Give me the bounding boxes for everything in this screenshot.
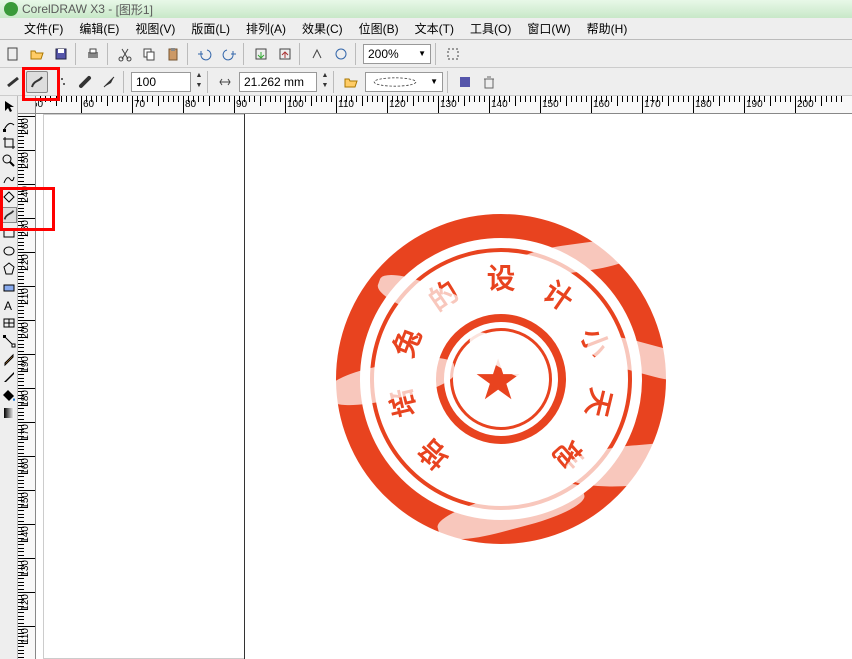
new-button[interactable] [2, 43, 24, 65]
width-spinner[interactable]: ▲▼ [319, 72, 331, 92]
delete-stroke-button[interactable] [478, 71, 500, 93]
browse-button[interactable] [340, 71, 362, 93]
pressure-tool-button[interactable] [98, 71, 120, 93]
width-value: 21.262 mm [244, 75, 304, 89]
seal-char: 计 [536, 271, 582, 320]
preset-tool-button[interactable] [2, 71, 24, 93]
open-button[interactable] [26, 43, 48, 65]
import-button[interactable] [250, 43, 272, 65]
text-tool[interactable]: A [1, 297, 17, 313]
menu-window[interactable]: 窗口(W) [519, 18, 578, 39]
save-stroke-button[interactable] [454, 71, 476, 93]
shape-tool[interactable] [1, 117, 17, 133]
save-button[interactable] [50, 43, 72, 65]
calligraphic-tool-button[interactable] [74, 71, 96, 93]
smart-draw-tool[interactable] [1, 189, 17, 205]
menu-effects[interactable]: 效果(C) [294, 18, 351, 39]
rectangle-tool[interactable] [1, 225, 17, 241]
seal-char: 培 [409, 431, 457, 479]
copy-button[interactable] [138, 43, 160, 65]
cut-button[interactable] [114, 43, 136, 65]
seal-char: 的 [420, 271, 466, 320]
paste-button[interactable] [162, 43, 184, 65]
doc-name: [图形1] [116, 1, 153, 18]
menu-file[interactable]: 文件(F) [16, 18, 71, 39]
seal-char: 小 [573, 322, 620, 362]
fill-tool[interactable] [1, 387, 17, 403]
polygon-tool[interactable] [1, 261, 17, 277]
width-input[interactable]: 21.262 mm [239, 72, 317, 92]
menu-arrange[interactable]: 排列(A) [238, 18, 294, 39]
snap-button[interactable] [442, 43, 464, 65]
workspace: 5060708090100110120130140150160170180190… [18, 96, 852, 659]
app-name: CorelDRAW X3 [22, 2, 105, 16]
smoothing-spinner[interactable]: ▲▼ [193, 72, 205, 92]
menu-tools[interactable]: 工具(O) [462, 18, 519, 39]
corel-online-button[interactable] [330, 43, 352, 65]
menu-bitmap[interactable]: 位图(B) [351, 18, 407, 39]
dropdown-arrow-icon: ▼ [418, 49, 426, 58]
export-button[interactable] [274, 43, 296, 65]
brush-tool-button[interactable] [26, 71, 48, 93]
print-button[interactable] [82, 43, 104, 65]
zoom-level-select[interactable]: 200% ▼ [363, 44, 431, 64]
stroke-list-select[interactable]: ▼ [365, 72, 443, 92]
pick-tool[interactable] [1, 99, 17, 115]
width-icon [214, 71, 236, 93]
app-launcher-button[interactable] [306, 43, 328, 65]
seal-artwork[interactable]: ★ 培培兔的设计小天地 [336, 214, 666, 544]
toolbar-standard: 200% ▼ [0, 40, 852, 68]
toolbar-property: 100 ▲▼ 21.262 mm ▲▼ ▼ [0, 68, 852, 96]
sprayer-tool-button[interactable] [50, 71, 72, 93]
menu-bar: 文件(F) 编辑(E) 视图(V) 版面(L) 排列(A) 效果(C) 位图(B… [0, 18, 852, 40]
crop-tool[interactable] [1, 135, 17, 151]
outline-tool[interactable] [1, 369, 17, 385]
menu-edit[interactable]: 编辑(E) [71, 18, 127, 39]
app-icon [4, 2, 18, 16]
svg-text:A: A [4, 299, 12, 313]
redo-button[interactable] [218, 43, 240, 65]
ruler-horizontal[interactable]: 5060708090100110120130140150160170180190… [36, 96, 852, 114]
seal-char: 兔 [382, 322, 429, 362]
menu-help[interactable]: 帮助(H) [579, 18, 636, 39]
title-bar: CorelDRAW X3 - [图形1] [0, 0, 852, 18]
zoom-tool[interactable] [1, 153, 17, 169]
toolbox: A [0, 96, 18, 659]
zoom-value: 200% [368, 47, 399, 61]
interactive-tool[interactable] [1, 333, 17, 349]
seal-char: 地 [545, 431, 593, 479]
dropdown-arrow-icon: ▼ [430, 77, 438, 86]
seal-text: 培培兔的设计小天地 [336, 214, 666, 544]
canvas[interactable]: ★ 培培兔的设计小天地 [36, 114, 852, 659]
ruler-corner[interactable] [18, 96, 36, 114]
undo-button[interactable] [194, 43, 216, 65]
smoothing-input[interactable]: 100 [131, 72, 191, 92]
interactive-fill-tool[interactable] [1, 405, 17, 421]
seal-char: 天 [577, 385, 622, 422]
ellipse-tool[interactable] [1, 243, 17, 259]
eyedropper-tool[interactable] [1, 351, 17, 367]
menu-text[interactable]: 文本(T) [407, 18, 462, 39]
smoothing-value: 100 [136, 75, 156, 89]
menu-view[interactable]: 视图(V) [127, 18, 183, 39]
basic-shapes-tool[interactable] [1, 279, 17, 295]
table-tool[interactable] [1, 315, 17, 331]
menu-layout[interactable]: 版面(L) [183, 18, 238, 39]
seal-char: 培 [379, 385, 424, 422]
freehand-tool[interactable] [1, 171, 17, 187]
artistic-media-tool[interactable] [1, 207, 17, 223]
seal-char: 设 [487, 257, 515, 297]
ruler-vertical[interactable]: 2602502402302202102001901801701601501401… [18, 114, 36, 659]
